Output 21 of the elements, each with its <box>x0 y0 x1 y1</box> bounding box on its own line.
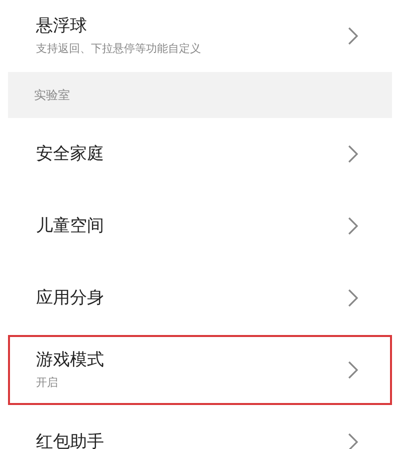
chevron-icon <box>348 145 358 163</box>
chevron-icon <box>348 217 358 235</box>
settings-row[interactable]: 红包助手 <box>8 407 392 449</box>
settings-row[interactable]: 悬浮球 支持返回、下拉悬停等功能自定义 <box>8 1 392 71</box>
settings-row[interactable]: 安全家庭 <box>8 119 392 189</box>
row-title: 游戏模式 <box>36 348 105 371</box>
row-title: 悬浮球 <box>36 14 88 37</box>
row-title: 儿童空间 <box>36 214 105 238</box>
chevron-icon <box>348 433 358 449</box>
row-subtitle: 开启 <box>36 374 59 391</box>
chevron-icon <box>348 289 358 307</box>
settings-row[interactable]: 应用分身 <box>8 263 392 333</box>
row-title: 红包助手 <box>36 430 105 449</box>
chevron-icon <box>348 361 358 379</box>
row-title: 应用分身 <box>36 286 105 310</box>
row-subtitle: 支持返回、下拉悬停等功能自定义 <box>36 40 202 57</box>
settings-row[interactable]: 游戏模式 开启 <box>8 335 392 405</box>
chevron-icon <box>348 27 358 45</box>
section-header: 实验室 <box>34 87 70 104</box>
row-title: 安全家庭 <box>36 142 105 166</box>
settings-row[interactable]: 儿童空间 <box>8 191 392 261</box>
